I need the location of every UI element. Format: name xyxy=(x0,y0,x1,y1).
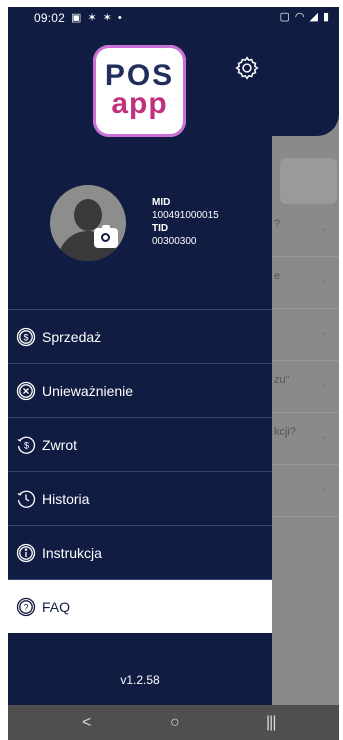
dollar-circle-icon: $ xyxy=(16,327,36,346)
menu-item-label: Zwrot xyxy=(42,436,77,453)
background-row: ⌄ xyxy=(272,464,339,517)
menu-item-instrukcja[interactable]: Instrukcja xyxy=(8,525,272,579)
navigation-drawer: POS app MID 100491000015 TID 00300300 $ xyxy=(8,28,272,705)
app-version: v1.2.58 xyxy=(120,673,160,687)
menu-item-label: Instrukcja xyxy=(42,544,102,561)
person-walk-icon: ✶ xyxy=(87,12,97,24)
phone-screen: 09:02 ▣ ✶ ✶ • ▢ ◠ ◢ ▮ ? ⌄ e ⌄ ⌄ zu" ⌄ kcji?… xyxy=(8,7,339,740)
gear-icon[interactable] xyxy=(234,55,260,81)
mid-value: 100491000015 xyxy=(152,210,219,221)
back-button[interactable]: < xyxy=(82,714,91,732)
drawer-menu: $ Sprzedaż Unieważnienie $ Zwrot Histori… xyxy=(8,309,272,633)
vibrate-icon: ▢ xyxy=(279,11,290,23)
logo-line-2: app xyxy=(111,87,168,120)
dot-icon: • xyxy=(117,11,122,24)
home-button[interactable]: ○ xyxy=(170,714,180,732)
refund-icon: $ xyxy=(17,436,36,454)
mid-label: MID xyxy=(152,197,171,208)
avatar[interactable] xyxy=(50,185,126,261)
menu-item-uniewaznienie[interactable]: Unieważnienie xyxy=(8,363,272,417)
image-icon: ▣ xyxy=(71,12,82,24)
svg-text:$: $ xyxy=(23,332,28,342)
signal-icon: ◢ xyxy=(309,11,318,23)
background-row: kcji? ⌄ xyxy=(272,412,339,465)
recents-button[interactable]: ||| xyxy=(266,714,277,732)
background-row: ⌄ xyxy=(272,308,339,361)
history-icon xyxy=(17,490,36,508)
terminal-ids: MID 100491000015 TID 00300300 xyxy=(152,196,219,248)
status-time: 09:02 xyxy=(34,10,66,25)
menu-item-historia[interactable]: Historia xyxy=(8,471,272,525)
svg-text:?: ? xyxy=(23,602,28,612)
info-circle-icon xyxy=(16,543,36,562)
background-header xyxy=(272,28,339,136)
background-row: e ⌄ xyxy=(272,256,339,309)
person-walk-icon: ✶ xyxy=(102,12,112,24)
tid-value: 00300300 xyxy=(152,236,197,247)
app-logo: POS app xyxy=(93,45,186,137)
background-row: ? ⌄ xyxy=(272,204,339,257)
question-circle-icon: ? xyxy=(16,597,36,616)
menu-item-label: Sprzedaż xyxy=(42,328,102,345)
menu-item-label: Unieważnienie xyxy=(42,382,134,399)
menu-item-faq[interactable]: ? FAQ xyxy=(8,579,272,633)
tid-label: TID xyxy=(152,223,169,234)
camera-icon[interactable] xyxy=(94,225,118,248)
menu-item-zwrot[interactable]: $ Zwrot xyxy=(8,417,272,471)
background-card xyxy=(280,158,337,204)
menu-item-label: FAQ xyxy=(42,598,71,615)
x-circle-icon xyxy=(16,381,36,400)
menu-item-label: Historia xyxy=(42,490,90,507)
menu-item-sprzedaz[interactable]: $ Sprzedaż xyxy=(8,309,272,363)
wifi-icon: ◠ xyxy=(294,11,305,23)
status-bar: 09:02 ▣ ✶ ✶ • ▢ ◠ ◢ ▮ xyxy=(8,7,339,28)
battery-icon: ▮ xyxy=(322,11,329,23)
system-navigation-bar: < ○ ||| xyxy=(8,705,339,740)
background-row: zu" ⌄ xyxy=(272,360,339,413)
svg-text:$: $ xyxy=(24,440,29,450)
